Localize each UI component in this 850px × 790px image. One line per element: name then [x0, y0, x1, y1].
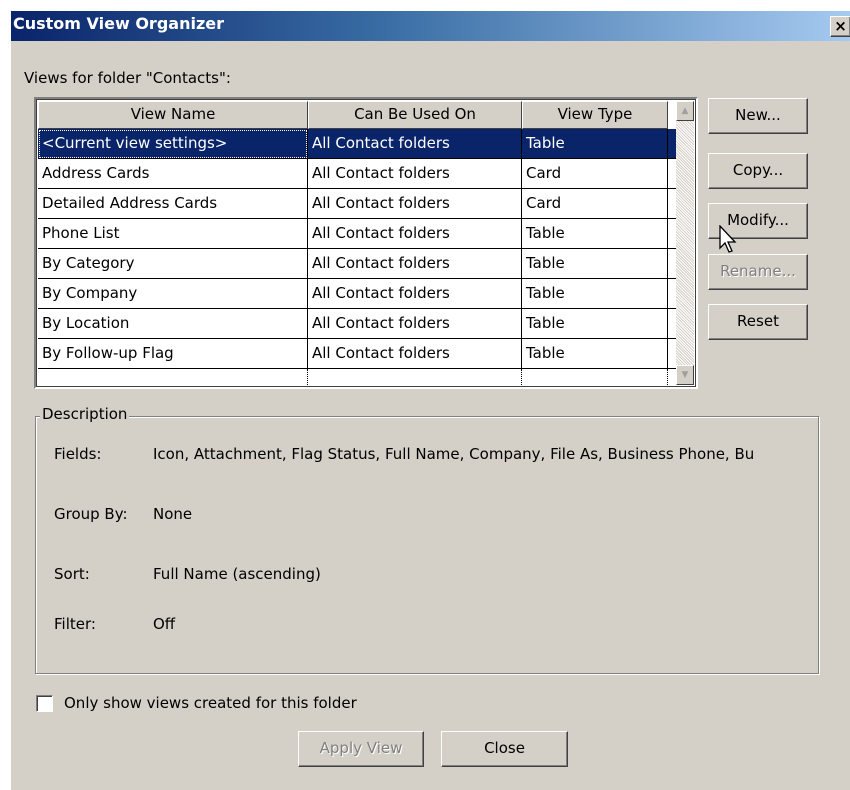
table-row[interactable]: Phone List All Contact folders Table — [38, 219, 684, 249]
empty-cell — [38, 369, 308, 385]
view-name-cell: By Company — [38, 279, 308, 309]
used-on-cell: All Contact folders — [308, 129, 522, 159]
view-type-cell: Card — [522, 159, 668, 189]
sort-value: Full Name (ascending) — [153, 565, 321, 583]
view-type-cell: Table — [522, 129, 668, 159]
view-type-cell: Table — [522, 339, 668, 369]
close-button[interactable]: Close — [441, 731, 568, 767]
column-header-can-be-used-on[interactable]: Can Be Used On — [308, 101, 522, 129]
used-on-cell: All Contact folders — [308, 219, 522, 249]
used-on-cell: All Contact folders — [308, 309, 522, 339]
only-show-views-checkbox[interactable] — [36, 695, 53, 712]
table-row[interactable]: <Current view settings> All Contact fold… — [38, 129, 684, 159]
table-row[interactable]: By Company All Contact folders Table — [38, 279, 684, 309]
group-by-value: None — [153, 505, 193, 523]
view-name-cell: Address Cards — [38, 159, 308, 189]
empty-cell — [522, 369, 668, 385]
fields-label: Fields: — [54, 445, 102, 463]
view-name-cell: Phone List — [38, 219, 308, 249]
view-name-cell: <Current view settings> — [38, 129, 308, 159]
filter-value: Off — [153, 615, 176, 633]
view-name-cell: By Location — [38, 309, 308, 339]
description-legend: Description — [40, 405, 130, 423]
scroll-down-icon[interactable]: ▼ — [676, 365, 694, 385]
used-on-cell: All Contact folders — [308, 339, 522, 369]
custom-view-organizer-dialog: Custom View Organizer × Views for folder… — [10, 10, 850, 790]
filter-label: Filter: — [54, 615, 96, 633]
column-header-view-name[interactable]: View Name — [38, 101, 308, 129]
fields-value: Icon, Attachment, Flag Status, Full Name… — [153, 445, 755, 463]
used-on-cell: All Contact folders — [308, 279, 522, 309]
table-row[interactable]: By Follow-up Flag All Contact folders Ta… — [38, 339, 684, 369]
view-type-cell: Table — [522, 279, 668, 309]
sort-label: Sort: — [54, 565, 90, 583]
views-for-folder-label: Views for folder "Contacts": — [24, 69, 231, 87]
column-header-view-type[interactable]: View Type — [522, 101, 668, 129]
rename-button[interactable]: Rename... — [708, 254, 808, 290]
view-type-cell: Table — [522, 309, 668, 339]
only-show-views-label[interactable]: Only show views created for this folder — [64, 694, 357, 712]
new-button[interactable]: New... — [708, 98, 808, 134]
scroll-up-icon[interactable]: ▲ — [676, 101, 694, 121]
table-row[interactable]: By Location All Contact folders Table — [38, 309, 684, 339]
table-row[interactable]: Address Cards All Contact folders Card — [38, 159, 684, 189]
views-list[interactable]: View Name Can Be Used On View Type <Curr… — [34, 97, 698, 389]
reset-button[interactable]: Reset — [708, 304, 808, 340]
empty-cell — [308, 369, 522, 385]
view-type-cell: Table — [522, 249, 668, 279]
used-on-cell: All Contact folders — [308, 249, 522, 279]
group-by-label: Group By: — [54, 505, 128, 523]
close-icon[interactable]: × — [830, 16, 850, 37]
title-bar: Custom View Organizer × — [11, 11, 850, 41]
description-groupbox: Description Fields: Icon, Attachment, Fl… — [35, 405, 819, 674]
used-on-cell: All Contact folders — [308, 189, 522, 219]
view-type-cell: Card — [522, 189, 668, 219]
view-name-cell: By Follow-up Flag — [38, 339, 308, 369]
used-on-cell: All Contact folders — [308, 159, 522, 189]
view-name-cell: By Category — [38, 249, 308, 279]
mouse-pointer-icon — [719, 225, 737, 253]
view-type-cell: Table — [522, 219, 668, 249]
table-row[interactable]: By Category All Contact folders Table — [38, 249, 684, 279]
table-row[interactable]: Detailed Address Cards All Contact folde… — [38, 189, 684, 219]
dialog-title: Custom View Organizer — [13, 14, 224, 33]
vertical-scrollbar[interactable]: ▲ ▼ — [676, 101, 694, 385]
copy-button[interactable]: Copy... — [708, 153, 808, 189]
view-name-cell: Detailed Address Cards — [38, 189, 308, 219]
empty-row — [38, 369, 684, 385]
apply-view-button[interactable]: Apply View — [298, 731, 424, 767]
